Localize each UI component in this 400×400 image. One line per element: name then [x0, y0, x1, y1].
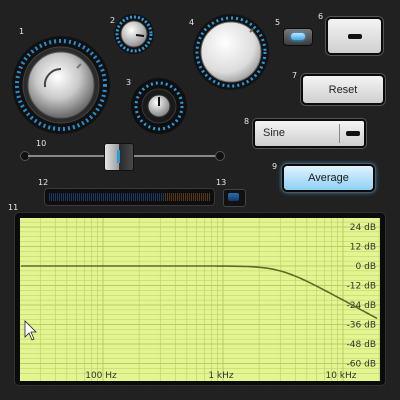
y-tick-label: -36 dB [347, 321, 376, 331]
reset-button-label: Reset [328, 83, 358, 96]
knob-1-graphic [12, 36, 110, 134]
x-tick-label: 10 kHz [325, 371, 356, 381]
label-11: 11 [8, 203, 19, 212]
knob-4[interactable] [192, 13, 270, 91]
label-9: 9 [272, 162, 278, 171]
slider-right-stop [215, 151, 225, 161]
label-5: 5 [275, 18, 281, 27]
reset-button[interactable]: Reset [301, 74, 385, 105]
label-12: 12 [38, 178, 49, 187]
x-tick-label: 1 kHz [208, 371, 234, 381]
knob-4-graphic [193, 14, 269, 90]
led-toggle-5[interactable] [283, 28, 313, 46]
y-tick-label: 0 dB [356, 262, 376, 272]
led-indicator-13[interactable] [223, 189, 246, 207]
label-6: 6 [318, 12, 324, 21]
slider-thumb-grip [117, 150, 120, 163]
y-tick-label: 24 dB [350, 223, 376, 233]
label-8: 8 [244, 117, 250, 126]
plot-background [20, 218, 380, 381]
led-13-light [228, 193, 239, 201]
average-button-label: Average [308, 172, 349, 184]
button-6-dash-icon [347, 33, 362, 39]
led-indicator [291, 33, 305, 40]
dropdown-divider [339, 124, 340, 143]
label-7: 7 [292, 71, 298, 80]
y-tick-label: 12 dB [350, 243, 376, 253]
level-meter [44, 188, 215, 206]
label-13: 13 [216, 178, 227, 187]
knob-3[interactable] [128, 78, 188, 136]
dropdown-dash-icon [346, 131, 360, 136]
y-tick-label: -60 dB [347, 360, 376, 370]
average-button[interactable]: Average [282, 164, 375, 192]
waveform-select[interactable]: Sine [253, 119, 366, 148]
knob-2[interactable] [113, 13, 155, 55]
knob-3-graphic [131, 78, 187, 134]
slider-thumb[interactable] [104, 143, 134, 171]
knob-2-graphic [114, 14, 154, 54]
plot-canvas: 24 dB12 dB0 dB-12 dB-24 dB-36 dB-48 dB-6… [20, 218, 380, 381]
y-tick-label: -48 dB [347, 340, 376, 350]
x-tick-label: 100 Hz [85, 371, 117, 381]
waveform-select-value: Sine [263, 127, 286, 139]
level-meter-warm-zone [165, 193, 211, 201]
button-6[interactable] [326, 17, 383, 55]
y-tick-label: -12 dB [347, 282, 376, 292]
frequency-plot[interactable]: 24 dB 12 dB 0 dB -12 dB -24 dB -36 dB -48 dB -6… [14, 212, 386, 386]
knob-1[interactable] [11, 35, 111, 135]
horizontal-slider[interactable] [20, 143, 228, 171]
